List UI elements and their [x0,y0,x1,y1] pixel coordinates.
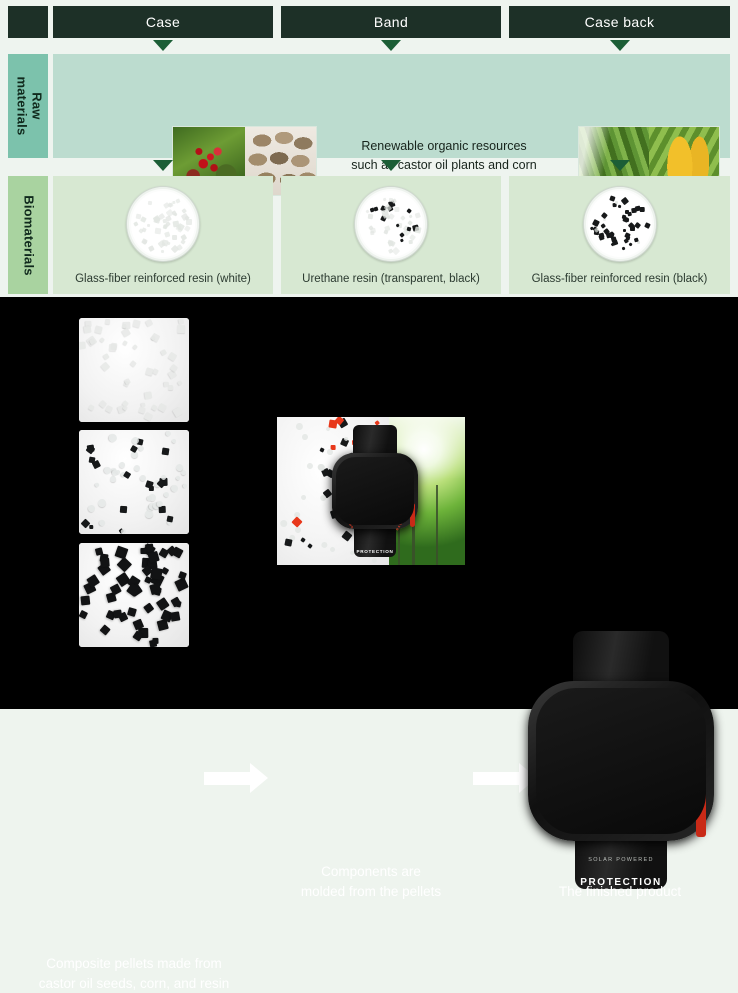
watch-button-back: BACK [665,813,682,835]
caption-components-molded: Components are molded from the pellets [272,862,470,901]
column-header-row: Case Band Case back [0,6,738,38]
biomaterial-cell-case-back: Glass-fiber reinforced resin (black) [509,176,730,294]
watch-seconds-small: 50 [385,494,390,498]
watch-button-fwd: FWD [565,815,579,833]
raw-materials-description-line2: such as castor oil plants and corn [351,158,537,173]
watch-weekday-scale-small: S M T W T F S [363,487,387,490]
watch-steps: 7794 STEPS [598,718,644,726]
watch-button-fwd-small: FWD [346,520,355,530]
caption-finished-product-line1: The finished product [558,884,682,899]
watch-button-light: LIGHT [664,743,682,765]
caption-composite-pellets: Composite pellets made from castor oil s… [0,954,268,993]
process-flow-panel: G-SHOCK CASIO REV FWD LIGHT BACK 7794 ST… [0,297,738,991]
raw-materials-band: Renewable organic resources such as cast… [53,54,730,196]
watch-button-rev: REV [564,746,578,762]
column-header-case-back-label: Case back [584,14,655,30]
watch-button-start-stop: START/STOP [585,754,601,798]
watch-time-value-small: 10:58 [360,490,386,500]
biomaterial-caption-band: Urethane resin (transparent, black) [302,273,480,285]
row-label-raw-materials-text: Raw materials [14,76,44,136]
down-arrow-icon-case-bio [153,160,173,171]
watch-bargraph [568,728,674,746]
watch-solar-label: SOLAR POWERED [588,857,654,863]
materials-diagram-panel: Case Band Case back Raw materials Renewab… [0,0,738,297]
watch-date: 6/30 SUN [597,772,645,782]
watch-seconds: 50 [642,761,651,769]
column-header-case-label: Case [145,14,181,30]
caption-components-molded-line1: Components are [321,864,421,879]
finished-watch-image: G-SHOCK CASIO REV FWD LIGHT BACK START/S… [505,631,737,889]
watch-date-small: 6/30 SUN [362,500,388,506]
watch-steps-small: 7794 STEPS [363,472,387,476]
caption-components-molded-line2: molded from the pellets [300,883,442,899]
watch-button-sensor: SENSOR [654,761,666,791]
raw-materials-description-line1: Renewable organic resources [361,139,527,153]
row-label-raw-materials: Raw materials [8,54,48,158]
watch-button-light-small: LIGHT [394,482,405,496]
arrow-right-icon-1 [204,763,268,793]
pellet-photo-transparent-black [79,430,189,534]
watch-protection-small: PROTECTION [356,549,394,554]
down-arrow-icon-case-back-raw [610,40,630,51]
pellet-photo-white [79,318,189,422]
caption-composite-pellets-line2: castor oil seeds, corn, and resin [38,975,230,991]
caption-finished-product: The finished product [497,882,738,902]
white-pellets-dish-icon [126,186,200,262]
watch-button-back-small: BACK [395,518,405,532]
watch-small-image: G-SHOCK CASIO REV FWD LIGHT BACK 7794 ST… [323,425,427,557]
watch-time: 10:5850 [568,754,674,771]
watch-brand-small: G-SHOCK [360,465,390,471]
caption-composite-pellets-line1: Composite pellets made from [46,956,222,971]
row-label-biomaterials-text: Biomaterials [21,194,37,276]
watch-lcd: 7794 STEPS S M T W T F S 10:5850 6/30 SU… [568,715,674,807]
watch-maker-small: CASIO [366,481,384,485]
watch-button-rev-small: REV [346,484,355,494]
raw-materials-description: Renewable organic resources such as cast… [334,137,554,176]
column-header-band: Band [281,6,501,38]
watch-time-small: 10:5850 [350,491,400,500]
watch-weekday-scale: S M T W T F S [596,747,646,752]
header-corner-spacer [8,6,48,38]
pellet-photo-black [79,543,189,647]
biomaterial-caption-case: Glass-fiber reinforced resin (white) [75,273,251,285]
column-header-case-back: Case back [509,6,730,38]
watch-bargraph-small [350,477,400,486]
watch-maker: CASIO [606,741,636,748]
down-arrow-icon-band-raw [381,40,401,51]
row-label-biomaterials: Biomaterials [8,176,48,294]
infographic-root: Case Band Case back Raw materials Renewab… [0,0,738,991]
down-arrow-icon-case-back-bio [610,160,630,171]
biomaterial-cell-case: Glass-fiber reinforced resin (white) [53,176,273,294]
watch-time-value: 10:58 [591,752,643,772]
column-header-band-label: Band [373,14,409,30]
molded-components-photo: G-SHOCK CASIO REV FWD LIGHT BACK 7794 ST… [277,417,465,565]
biomaterial-cell-band: Urethane resin (transparent, black) [281,176,501,294]
down-arrow-icon-case-raw [153,40,173,51]
biomaterial-caption-case-back: Glass-fiber reinforced resin (black) [531,273,708,285]
black-pellets-dish-icon [582,186,657,262]
watch-face: 7794 STEPS S M T W T F S 10:5850 6/30 SU… [559,702,683,820]
transparent-black-pellets-dish-icon [354,186,428,262]
down-arrow-icon-band-bio [381,160,401,171]
column-header-case: Case [53,6,273,38]
